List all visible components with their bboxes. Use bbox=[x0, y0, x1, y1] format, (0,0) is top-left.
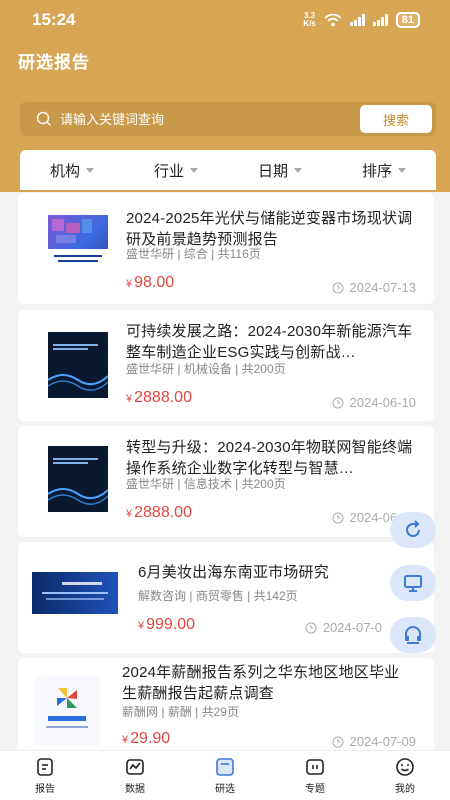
report-price: ¥2888.00 bbox=[126, 504, 192, 521]
chevron-down-icon bbox=[86, 167, 94, 173]
filter-sort[interactable]: 排序 bbox=[332, 160, 436, 181]
report-icon bbox=[37, 757, 53, 776]
report-card[interactable]: 2024-2025年光伏与储能逆变器市场现状调研及前景趋势预测报告 盛世华研 |… bbox=[18, 193, 434, 304]
search-input[interactable] bbox=[60, 111, 360, 127]
signal-icon-2 bbox=[372, 14, 388, 26]
report-cover bbox=[34, 676, 100, 746]
monitor-icon bbox=[404, 575, 422, 592]
data-icon bbox=[126, 758, 144, 775]
headset-icon bbox=[405, 626, 421, 644]
refresh-icon bbox=[406, 520, 420, 537]
page-title: 研选报告 bbox=[18, 53, 90, 72]
bottom-nav: 报告 数据 研选 专题 我的 bbox=[0, 750, 450, 800]
report-card[interactable]: 转型与升级：2024-2030年物联网智能终端操作系统企业数字化转型与智慧… 盛… bbox=[18, 426, 434, 537]
report-title: 2024-2025年光伏与储能逆变器市场现状调研及前景趋势预测报告 bbox=[126, 210, 413, 248]
status-time: 15:24 bbox=[32, 10, 76, 29]
report-price: ¥999.00 bbox=[138, 616, 196, 633]
report-card[interactable]: 6月美妆出海东南亚市场研究 解数咨询 | 商贸零售 | 共142页 ¥999.0… bbox=[18, 542, 434, 653]
search-bar[interactable]: 搜索 bbox=[20, 102, 436, 136]
chevron-down-icon bbox=[294, 167, 302, 173]
report-date: 2024-07-13 bbox=[332, 280, 416, 295]
topic-icon bbox=[306, 758, 324, 775]
filter-industry[interactable]: 行业 bbox=[124, 160, 228, 181]
report-title: 可持续发展之路：2024-2030年新能源汽车整车制造企业ESG实践与创新战… bbox=[126, 323, 413, 361]
profile-icon bbox=[396, 757, 414, 776]
search-icon bbox=[36, 111, 51, 126]
report-title: 6月美妆出海东南亚市场研究 bbox=[138, 564, 329, 581]
refresh-float-button[interactable] bbox=[390, 512, 436, 548]
report-cover bbox=[48, 215, 108, 281]
report-date: 2024-07-0 bbox=[305, 620, 382, 635]
nav-research[interactable]: 研选 bbox=[180, 751, 270, 800]
research-icon bbox=[216, 757, 234, 776]
clock-icon bbox=[305, 622, 317, 633]
battery-icon: 81 bbox=[395, 12, 420, 28]
report-date: 2024-06-10 bbox=[332, 395, 416, 410]
filter-date[interactable]: 日期 bbox=[228, 160, 332, 181]
report-price: ¥29.90 bbox=[122, 730, 171, 747]
nav-data[interactable]: 数据 bbox=[90, 751, 180, 800]
support-float-button[interactable] bbox=[390, 617, 436, 653]
report-meta: 解数咨询 | 商贸零售 | 共142页 bbox=[138, 589, 298, 603]
wifi-icon bbox=[324, 13, 342, 26]
nav-topic[interactable]: 专题 bbox=[270, 751, 360, 800]
filter-institution[interactable]: 机构 bbox=[20, 160, 124, 181]
chevron-down-icon bbox=[398, 167, 406, 173]
net-speed: 3.3 K/s bbox=[303, 11, 316, 28]
report-card[interactable]: 2024年薪酬报告系列之华东地区地区毕业生薪酬报告起薪点调查 薪酬网 | 薪酬 … bbox=[18, 658, 434, 753]
nav-profile[interactable]: 我的 bbox=[360, 751, 450, 800]
report-meta: 薪酬网 | 薪酬 | 共29页 bbox=[122, 705, 239, 719]
report-meta: 盛世华研 | 信息技术 | 共200页 bbox=[126, 477, 286, 491]
report-meta: 盛世华研 | 综合 | 共116页 bbox=[126, 247, 261, 261]
filter-bar: 机构 行业 日期 排序 bbox=[20, 150, 436, 190]
signal-icon bbox=[349, 14, 365, 26]
report-title: 2024年薪酬报告系列之华东地区地区毕业生薪酬报告起薪点调查 bbox=[122, 664, 400, 702]
report-price: ¥98.00 bbox=[126, 274, 175, 291]
report-card[interactable]: 可持续发展之路：2024-2030年新能源汽车整车制造企业ESG实践与创新战… … bbox=[18, 310, 434, 421]
clock-icon bbox=[332, 736, 343, 747]
status-icons: 3.3 K/s 81 bbox=[303, 12, 420, 28]
report-date: 2024-07-09 bbox=[332, 734, 416, 749]
clock-icon bbox=[332, 397, 343, 408]
nav-report[interactable]: 报告 bbox=[0, 751, 90, 800]
desktop-float-button[interactable] bbox=[390, 565, 436, 601]
report-cover bbox=[48, 446, 108, 512]
search-button[interactable]: 搜索 bbox=[360, 105, 432, 133]
report-price: ¥2888.00 bbox=[126, 389, 192, 406]
report-meta: 盛世华研 | 机械设备 | 共200页 bbox=[126, 362, 286, 376]
report-cover bbox=[48, 332, 108, 398]
chevron-down-icon bbox=[190, 167, 198, 173]
status-bar: 15:24 3.3 K/s 81 bbox=[0, 0, 450, 40]
clock-icon bbox=[332, 512, 343, 523]
report-cover bbox=[32, 572, 118, 614]
report-title: 转型与升级：2024-2030年物联网智能终端操作系统企业数字化转型与智慧… bbox=[126, 439, 413, 477]
clock-icon bbox=[332, 282, 343, 293]
